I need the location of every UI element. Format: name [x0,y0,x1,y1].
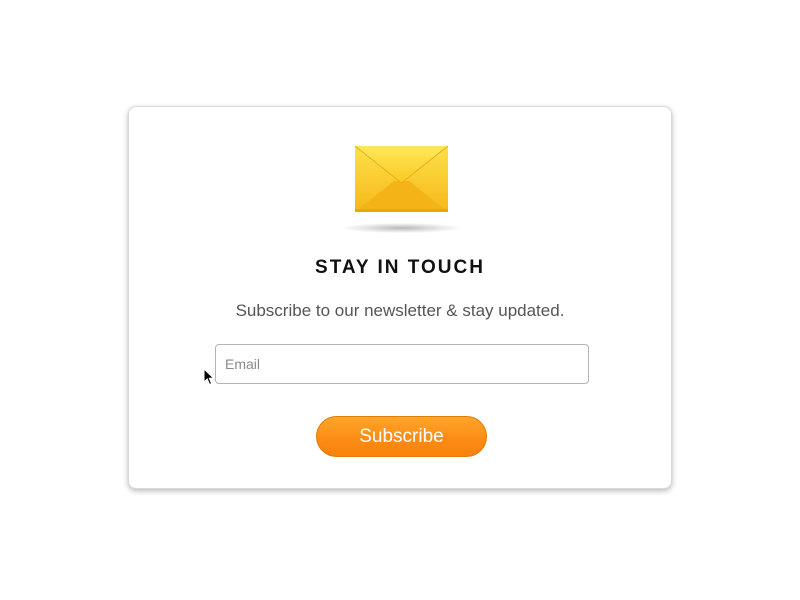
email-input[interactable] [215,344,589,384]
page: STAY IN TOUCH Subscribe to our newslette… [0,0,800,600]
envelope-icon [344,145,459,235]
arrow-cursor-icon [203,368,215,386]
envelope-shadow [344,223,459,233]
newsletter-subtitle: Subscribe to our newsletter & stay updat… [235,301,565,320]
subscribe-button[interactable]: Subscribe [316,416,487,457]
newsletter-card: STAY IN TOUCH Subscribe to our newslette… [128,106,672,489]
newsletter-title: STAY IN TOUCH [315,257,485,278]
